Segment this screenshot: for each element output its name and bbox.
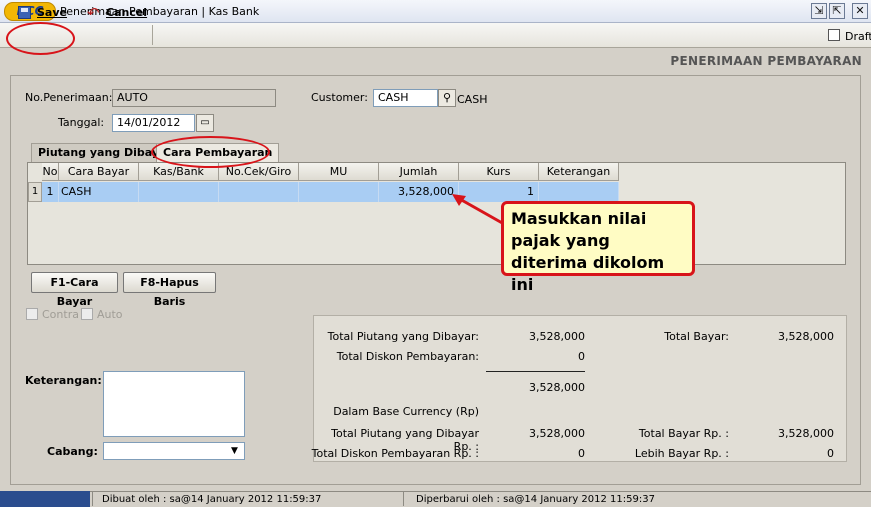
table-cell-jumlah[interactable]: 3,528,000 xyxy=(379,182,459,202)
save-icon[interactable] xyxy=(18,6,31,19)
lebih-bayar-rp-value: 0 xyxy=(827,447,834,460)
cancel-label: Cancel xyxy=(106,6,148,19)
auto-label: Auto xyxy=(97,308,123,321)
status-indicator xyxy=(0,491,90,507)
save-button[interactable]: Save xyxy=(37,3,67,23)
save-highlight-ring xyxy=(6,22,75,55)
undo-icon[interactable]: ↶ xyxy=(87,4,100,22)
contra-checkbox[interactable] xyxy=(26,308,38,320)
cancel-button[interactable]: Cancel xyxy=(106,3,147,23)
col-header-mu[interactable]: MU xyxy=(299,163,379,181)
keterangan-label: Keterangan: xyxy=(25,374,102,387)
restore-icon[interactable]: ⇱ xyxy=(829,3,845,19)
annotation-arrow xyxy=(452,194,505,226)
status-divider xyxy=(403,492,404,506)
draft-label: Draft xyxy=(845,30,871,43)
table-cell-no[interactable]: 1 xyxy=(42,182,59,202)
col-header-keterangan[interactable]: Keterangan xyxy=(539,163,619,181)
no-penerimaan-field: AUTO xyxy=(112,89,276,107)
lebih-bayar-rp-label: Lebih Bayar Rp. : xyxy=(634,447,729,460)
draft-checkbox[interactable] xyxy=(828,29,840,41)
total-bayar-rp-value: 3,528,000 xyxy=(778,427,834,440)
minimize-icon[interactable]: ⇲ xyxy=(811,3,827,19)
annotation-callout: Masukkan nilai pajak yang diterima dikol… xyxy=(501,201,695,294)
created-by-text: Dibuat oleh : sa@14 January 2012 11:59:3… xyxy=(102,494,322,505)
customer-name: CASH xyxy=(457,93,488,106)
table-cell-mu[interactable] xyxy=(299,182,379,202)
total-diskon-label: Total Diskon Pembayaran: xyxy=(336,350,479,363)
tanggal-label: Tanggal: xyxy=(58,116,105,129)
toolbar xyxy=(0,23,871,48)
table-cell-no-cek[interactable] xyxy=(219,182,299,202)
total-diskon-value: 0 xyxy=(578,350,585,363)
total-bayar-value: 3,528,000 xyxy=(778,330,834,343)
chevron-down-icon[interactable]: ▼ xyxy=(231,446,238,456)
col-header-jumlah[interactable]: Jumlah xyxy=(379,163,459,181)
delete-row-button[interactable]: F8-Hapus Baris xyxy=(123,272,216,308)
total-piutang-label: Total Piutang yang Dibayar: xyxy=(327,330,479,343)
total-piutang-value: 3,528,000 xyxy=(529,330,585,343)
subtotal-value: 3,528,000 xyxy=(529,381,585,394)
col-header-cara-bayar[interactable]: Cara Bayar xyxy=(59,163,139,181)
total-diskon-rp-value: 0 xyxy=(578,447,585,460)
tab-highlight-ring xyxy=(151,136,270,168)
cabang-select[interactable] xyxy=(103,442,245,460)
add-cara-bayar-button[interactable]: F1-Cara Bayar xyxy=(31,272,118,308)
status-divider xyxy=(92,492,93,506)
base-currency-label: Dalam Base Currency (Rp) xyxy=(333,405,479,418)
no-penerimaan-label: No.Penerimaan: xyxy=(25,91,113,104)
cabang-label: Cabang: xyxy=(47,445,98,458)
customer-label: Customer: xyxy=(311,91,368,104)
contra-label: Contra xyxy=(42,308,79,321)
keterangan-textarea[interactable] xyxy=(103,371,245,437)
table-cell-kas-bank[interactable] xyxy=(139,182,219,202)
col-header-kurs[interactable]: Kurs xyxy=(459,163,539,181)
updated-by-text: Diperbarui oleh : sa@14 January 2012 11:… xyxy=(416,494,655,505)
search-icon[interactable]: ⚲ xyxy=(438,89,456,107)
save-label: Save xyxy=(37,6,67,19)
subtotal-divider xyxy=(486,371,585,372)
auto-checkbox[interactable] xyxy=(81,308,93,320)
total-bayar-label: Total Bayar: xyxy=(664,330,729,343)
close-icon[interactable]: ✕ xyxy=(852,3,868,19)
payment-grid: No Cara Bayar Kas/Bank No.Cek/Giro MU Ju… xyxy=(27,162,846,265)
total-diskon-rp-label: Total Diskon Pembayaran Rp. : xyxy=(311,447,479,460)
row-indicator[interactable]: 1 xyxy=(28,182,42,202)
table-cell-cara-bayar[interactable]: CASH xyxy=(59,182,139,202)
tanggal-field[interactable]: 14/01/2012 xyxy=(112,114,195,132)
total-piutang-rp-value: 3,528,000 xyxy=(529,427,585,440)
total-bayar-rp-label: Total Bayar Rp. : xyxy=(638,427,729,440)
col-header-no[interactable]: No xyxy=(42,163,59,181)
toolbar-divider xyxy=(152,25,153,45)
customer-field[interactable]: CASH xyxy=(373,89,438,107)
calendar-icon[interactable]: ▭ xyxy=(196,114,214,132)
page-title: PENERIMAAN PEMBAYARAN xyxy=(670,54,862,68)
table-cell-keterangan[interactable] xyxy=(539,182,619,202)
